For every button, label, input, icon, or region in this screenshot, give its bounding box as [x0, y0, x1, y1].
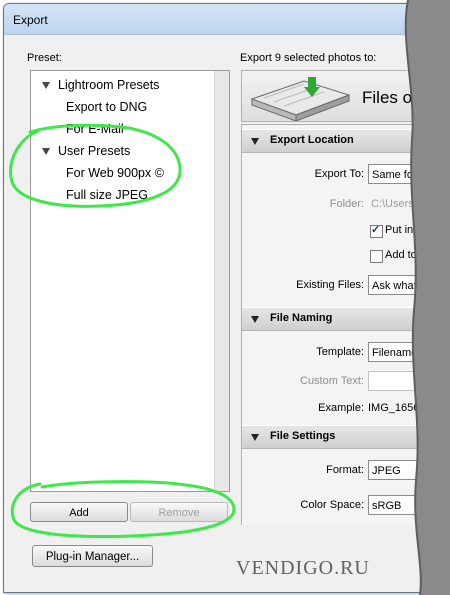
tree-item-for-web-900px[interactable]: For Web 900px ©: [66, 163, 164, 183]
hard-drive-icon: [250, 77, 351, 121]
tree-item-full-size-jpeg[interactable]: Full size JPEG: [66, 185, 148, 205]
subfolder-checkbox[interactable]: [370, 223, 383, 238]
format-label: Format:: [326, 464, 364, 476]
export-target-header: Export 9 selected photos to:: [240, 52, 377, 64]
expand-triangle-icon[interactable]: [42, 82, 50, 89]
section-header-file-naming[interactable]: File Naming: [242, 307, 447, 331]
section-title: Export Location: [270, 134, 354, 146]
tree-item-export-to-dng[interactable]: Export to DNG: [66, 97, 147, 117]
collapse-triangle-icon[interactable]: [251, 434, 259, 441]
tree-item-label: For Web 900px ©: [66, 166, 164, 180]
tree-item-label: Full size JPEG: [66, 188, 148, 202]
add-to-catalog-checkbox[interactable]: [370, 250, 383, 263]
section-header-file-settings[interactable]: File Settings: [242, 425, 447, 449]
tree-scrollbar[interactable]: [214, 71, 229, 491]
example-label: Example:: [318, 402, 364, 414]
tree-item-label: Export to DNG: [66, 100, 148, 114]
section-title: File Naming: [270, 312, 333, 324]
section-title: File Settings: [270, 430, 336, 442]
color-space-label: Color Space:: [300, 499, 364, 511]
existing-files-select[interactable]: Ask what to de: [368, 275, 447, 295]
template-label: Template:: [316, 346, 364, 358]
add-preset-button[interactable]: Add: [30, 502, 128, 522]
subfolder-label: Put in Subfol: [385, 224, 448, 236]
collapse-triangle-icon[interactable]: [251, 316, 259, 323]
plugin-manager-button[interactable]: Plug-in Manager...: [32, 545, 153, 567]
preset-tree[interactable]: Lightroom Presets Export to DNG For E-Ma…: [30, 70, 230, 492]
export-to-label: Export To:: [314, 168, 364, 180]
template-select[interactable]: Filename: [368, 342, 447, 362]
format-select[interactable]: JPEG: [368, 460, 447, 480]
section-header-export-location[interactable]: Export Location: [242, 129, 447, 153]
export-destination-banner[interactable]: Files on D: [241, 70, 447, 122]
add-to-catalog-label: Add to This: [385, 249, 441, 261]
tree-item-label: For E-Mail: [66, 122, 124, 136]
watermark-text: VENDIGO.RU: [236, 557, 370, 579]
custom-text-label: Custom Text:: [300, 375, 364, 387]
export-dialog: Export Preset: Lightroom Presets Export …: [3, 3, 448, 593]
existing-files-label: Existing Files:: [296, 279, 364, 291]
preset-label: Preset:: [27, 52, 62, 64]
example-value: IMG_1656.: [368, 402, 423, 414]
remove-preset-button[interactable]: Remove: [130, 502, 228, 522]
color-space-select[interactable]: sRGB: [368, 495, 447, 515]
collapse-triangle-icon[interactable]: [251, 138, 259, 145]
expand-triangle-icon[interactable]: [42, 148, 50, 155]
tree-group-label: User Presets: [58, 144, 131, 158]
tree-item-for-email[interactable]: For E-Mail: [66, 119, 124, 139]
banner-title: Files on D: [362, 88, 439, 107]
custom-text-input[interactable]: [368, 371, 447, 391]
window-title: Export: [13, 13, 48, 27]
title-bar: Export: [4, 4, 447, 35]
export-to-select[interactable]: Same folder as: [368, 164, 447, 184]
tree-group-label: Lightroom Presets: [58, 78, 160, 92]
folder-label: Folder:: [329, 198, 364, 210]
folder-path: C:\Users\Vendi: [371, 198, 445, 210]
